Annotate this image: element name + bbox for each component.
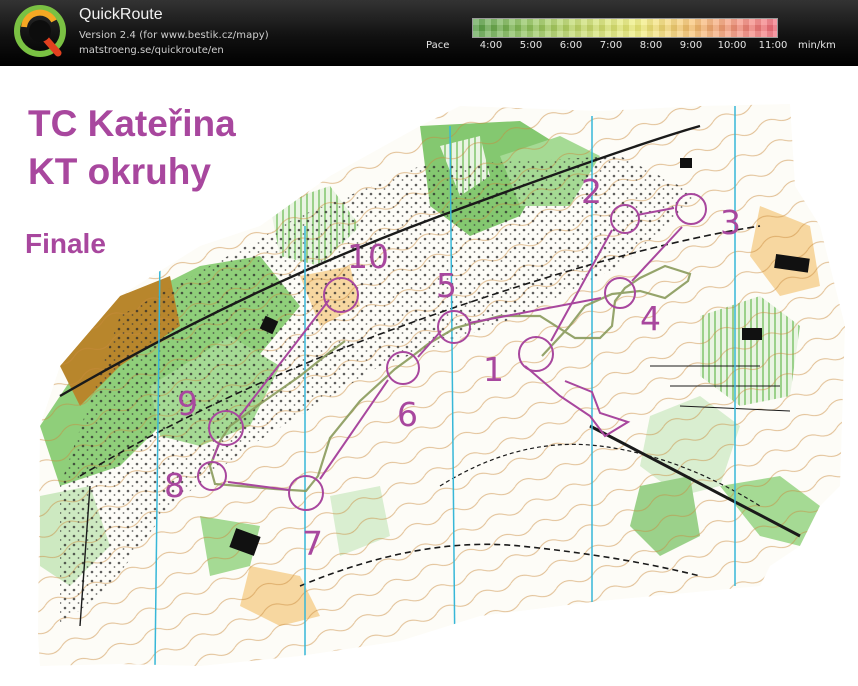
quickroute-window: QuickRoute Version 2.4 (for www.bestik.c… (0, 0, 858, 686)
pace-tick: 7:00 (599, 40, 623, 51)
pace-unit: min/km (798, 40, 836, 51)
pace-tick: 9:00 (679, 40, 703, 51)
pace-tick: 8:00 (639, 40, 663, 51)
pace-color-scale (472, 18, 778, 38)
control-number-8: 8 (164, 466, 185, 505)
control-number-1: 1 (483, 350, 504, 389)
control-number-3: 3 (720, 203, 741, 242)
control-number-10: 10 (347, 237, 389, 276)
header-bar: QuickRoute Version 2.4 (for www.bestik.c… (0, 0, 858, 66)
pace-tick: 11:00 (758, 40, 788, 51)
map-title-stage: Finale (25, 228, 106, 259)
control-number-2: 2 (581, 172, 602, 211)
map-title-event: TC Kateřina (28, 103, 236, 144)
pace-label: Pace (426, 40, 450, 51)
map-canvas[interactable]: 1 2 3 4 5 6 7 8 9 10 TC Kateřina KT okru… (0, 66, 858, 686)
control-number-4: 4 (640, 299, 661, 338)
pace-tick: 5:00 (519, 40, 543, 51)
quickroute-logo-icon (14, 5, 66, 57)
control-number-5: 5 (436, 266, 457, 305)
pace-tick: 6:00 (559, 40, 583, 51)
control-number-9: 9 (177, 384, 198, 423)
map-title-course: KT okruhy (28, 151, 211, 192)
pace-tick: 10:00 (717, 40, 747, 51)
control-number-6: 6 (397, 395, 418, 434)
app-title: QuickRoute (79, 6, 163, 23)
pace-tick: 4:00 (479, 40, 503, 51)
control-number-7: 7 (302, 524, 323, 563)
app-version: Version 2.4 (for www.bestik.cz/mapy) (79, 30, 269, 41)
app-website: matstroeng.se/quickroute/en (79, 45, 224, 56)
